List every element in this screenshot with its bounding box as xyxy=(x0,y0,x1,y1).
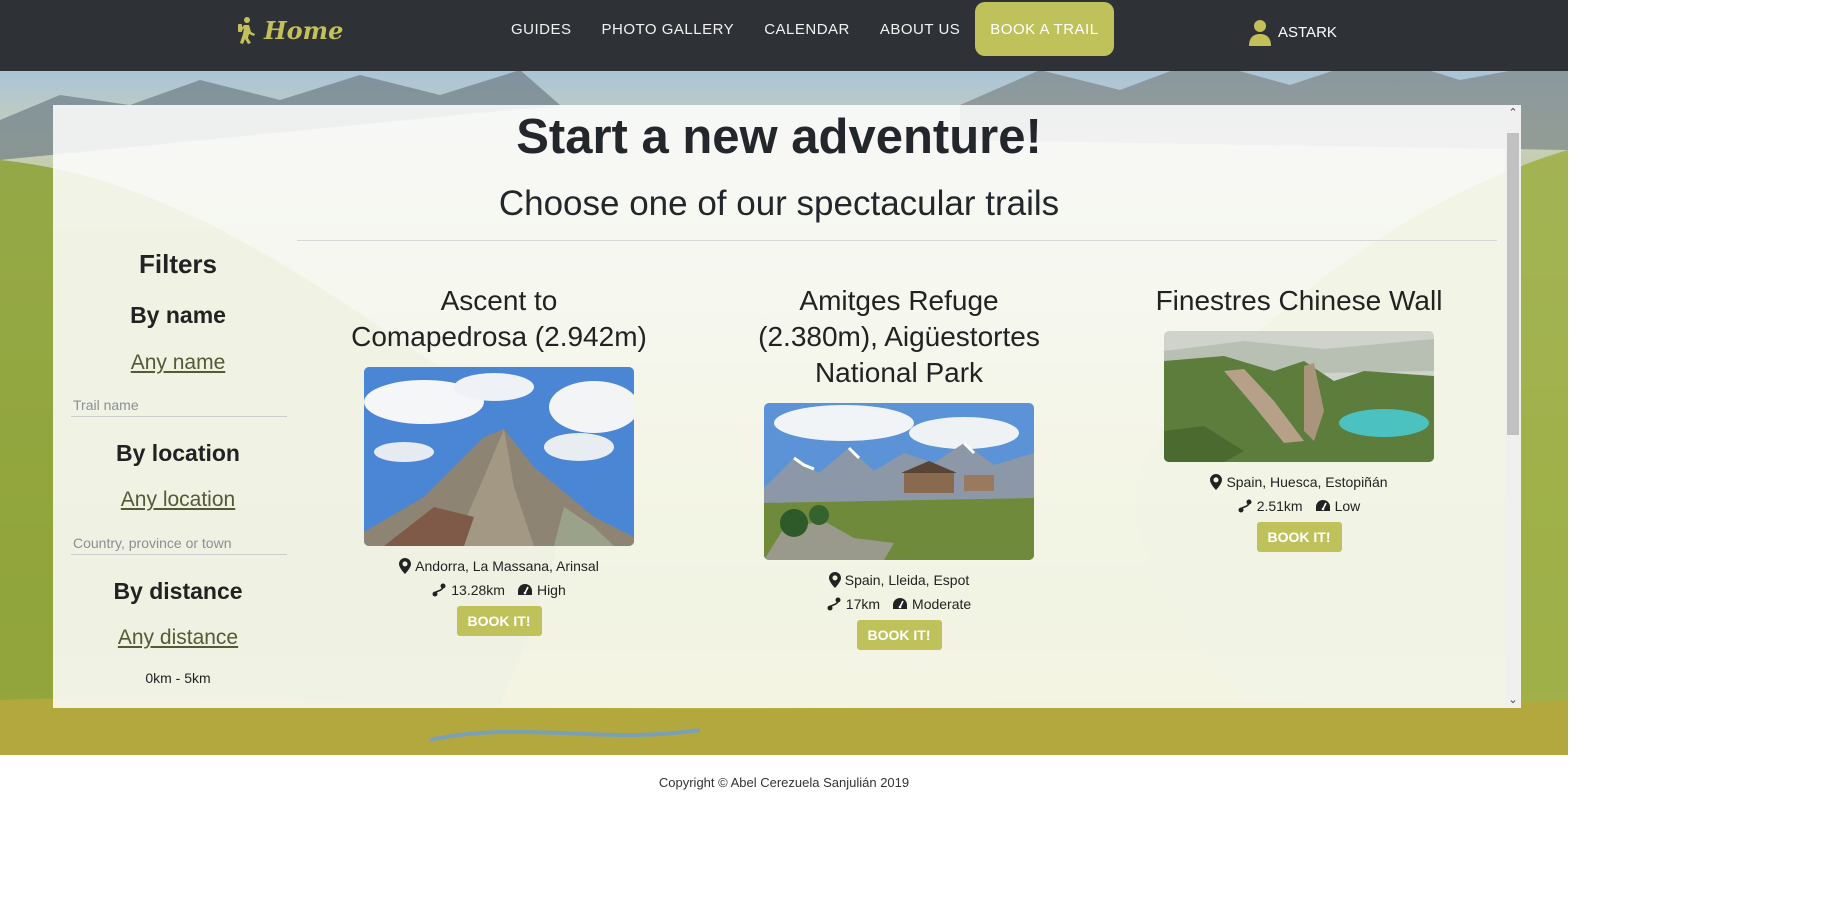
route-icon xyxy=(1238,499,1252,513)
trail-difficulty: Moderate xyxy=(892,596,971,612)
filter-by-location-heading: By location xyxy=(116,440,240,466)
filter-by-name-heading: By name xyxy=(130,302,226,328)
filters-title: Filters xyxy=(138,249,218,279)
trail-location: Andorra, La Massana, Arinsal xyxy=(349,558,649,574)
copyright-text: Copyright © Abel Cerezuela Sanjulián 201… xyxy=(658,775,910,790)
trail-image[interactable] xyxy=(764,403,1034,560)
book-a-trail-button[interactable]: BOOK A TRAIL xyxy=(975,2,1114,56)
trail-card: Amitges Refuge (2.380m), Aigüestortes Na… xyxy=(749,283,1049,650)
trail-location-text: Spain, Huesca, Estopiñán xyxy=(1226,474,1388,490)
scroll-down-arrow-icon[interactable]: ⌄ xyxy=(1505,692,1521,708)
trail-distance-text: 2.51km xyxy=(1256,498,1303,514)
filter-any-distance-link[interactable]: Any distance xyxy=(71,626,285,650)
trail-distance-text: 17km xyxy=(845,596,881,612)
footer: Copyright © Abel Cerezuela Sanjulián 201… xyxy=(0,755,1568,800)
trail-distance: 13.28km xyxy=(432,582,505,598)
home-link[interactable]: Home xyxy=(236,14,343,46)
gauge-icon xyxy=(517,584,532,595)
trail-stats: 2.51km Low xyxy=(1149,498,1449,514)
trail-title: Amitges Refuge (2.380m), Aigüestortes Na… xyxy=(758,285,1040,388)
trail-name-input[interactable] xyxy=(71,394,287,417)
trail-distance: 2.51km xyxy=(1238,498,1303,514)
hiker-icon xyxy=(238,17,255,44)
trail-title: Finestres Chinese Wall xyxy=(1155,285,1443,316)
route-icon xyxy=(827,597,841,611)
map-marker-icon xyxy=(1210,474,1223,490)
divider xyxy=(297,240,1497,241)
trail-difficulty-text: High xyxy=(536,582,566,598)
trail-location: Spain, Huesca, Estopiñán xyxy=(1149,474,1449,490)
trail-location: Spain, Lleida, Espot xyxy=(749,572,1049,588)
filter-any-name-link[interactable]: Any name xyxy=(71,351,285,375)
nav-photo-gallery[interactable]: PHOTO GALLERY xyxy=(587,21,750,38)
nav-about-us[interactable]: ABOUT US xyxy=(865,21,975,38)
user-menu[interactable]: ASTARK xyxy=(1248,18,1337,46)
trail-difficulty-text: Low xyxy=(1334,498,1361,514)
trail-title: Ascent to Comapedrosa (2.942m) xyxy=(351,285,647,352)
navbar: Home GUIDES PHOTO GALLERY CALENDAR ABOUT… xyxy=(0,0,1568,71)
trail-card: Finestres Chinese Wall Spain, Huesca, Es… xyxy=(1149,283,1449,552)
trail-image[interactable] xyxy=(364,367,634,546)
page-subtitle: Choose one of our spectacular trails xyxy=(498,184,1060,223)
filter-any-location-link[interactable]: Any location xyxy=(71,488,285,512)
filter-by-distance-heading: By distance xyxy=(113,578,243,604)
trail-difficulty-text: Moderate xyxy=(912,596,972,612)
trail-stats: 17km Moderate xyxy=(749,596,1049,612)
nav-links: GUIDES PHOTO GALLERY CALENDAR ABOUT US B… xyxy=(496,0,1114,58)
scroll-up-arrow-icon[interactable]: ⌃ xyxy=(1505,105,1521,121)
nav-guides[interactable]: GUIDES xyxy=(496,21,587,38)
trail-distance: 17km xyxy=(827,596,880,612)
book-it-button[interactable]: BOOK IT! xyxy=(456,606,542,636)
gauge-icon xyxy=(1315,500,1330,511)
trail-image[interactable] xyxy=(1164,331,1434,462)
trail-location-text: Andorra, La Massana, Arinsal xyxy=(415,558,599,574)
location-input[interactable] xyxy=(71,532,287,555)
route-icon xyxy=(432,583,446,597)
scroll-thumb[interactable] xyxy=(1507,133,1519,435)
book-it-button[interactable]: BOOK IT! xyxy=(856,620,942,650)
trail-distance-text: 13.28km xyxy=(451,582,505,598)
page-title: Start a new adventure! xyxy=(516,110,1042,164)
trail-location-text: Spain, Lleida, Espot xyxy=(844,572,970,588)
scrollbar[interactable]: ⌃ ⌄ xyxy=(1505,105,1521,708)
gauge-icon xyxy=(893,598,908,609)
trail-stats: 13.28km High xyxy=(349,582,649,598)
nav-calendar[interactable]: CALENDAR xyxy=(749,21,865,38)
username: ASTARK xyxy=(1278,23,1337,41)
trail-difficulty: Low xyxy=(1315,498,1361,514)
map-marker-icon xyxy=(399,558,412,574)
brand-text: Home xyxy=(264,15,344,45)
map-marker-icon xyxy=(828,572,841,588)
trail-difficulty: High xyxy=(517,582,566,598)
distance-option[interactable]: 0km - 5km xyxy=(71,670,285,686)
user-icon xyxy=(1249,20,1271,46)
book-it-button[interactable]: BOOK IT! xyxy=(1256,522,1342,552)
trail-card: Ascent to Comapedrosa (2.942m) Andorra, … xyxy=(349,283,649,636)
main-panel: Start a new adventure! Choose one of our… xyxy=(53,105,1521,708)
